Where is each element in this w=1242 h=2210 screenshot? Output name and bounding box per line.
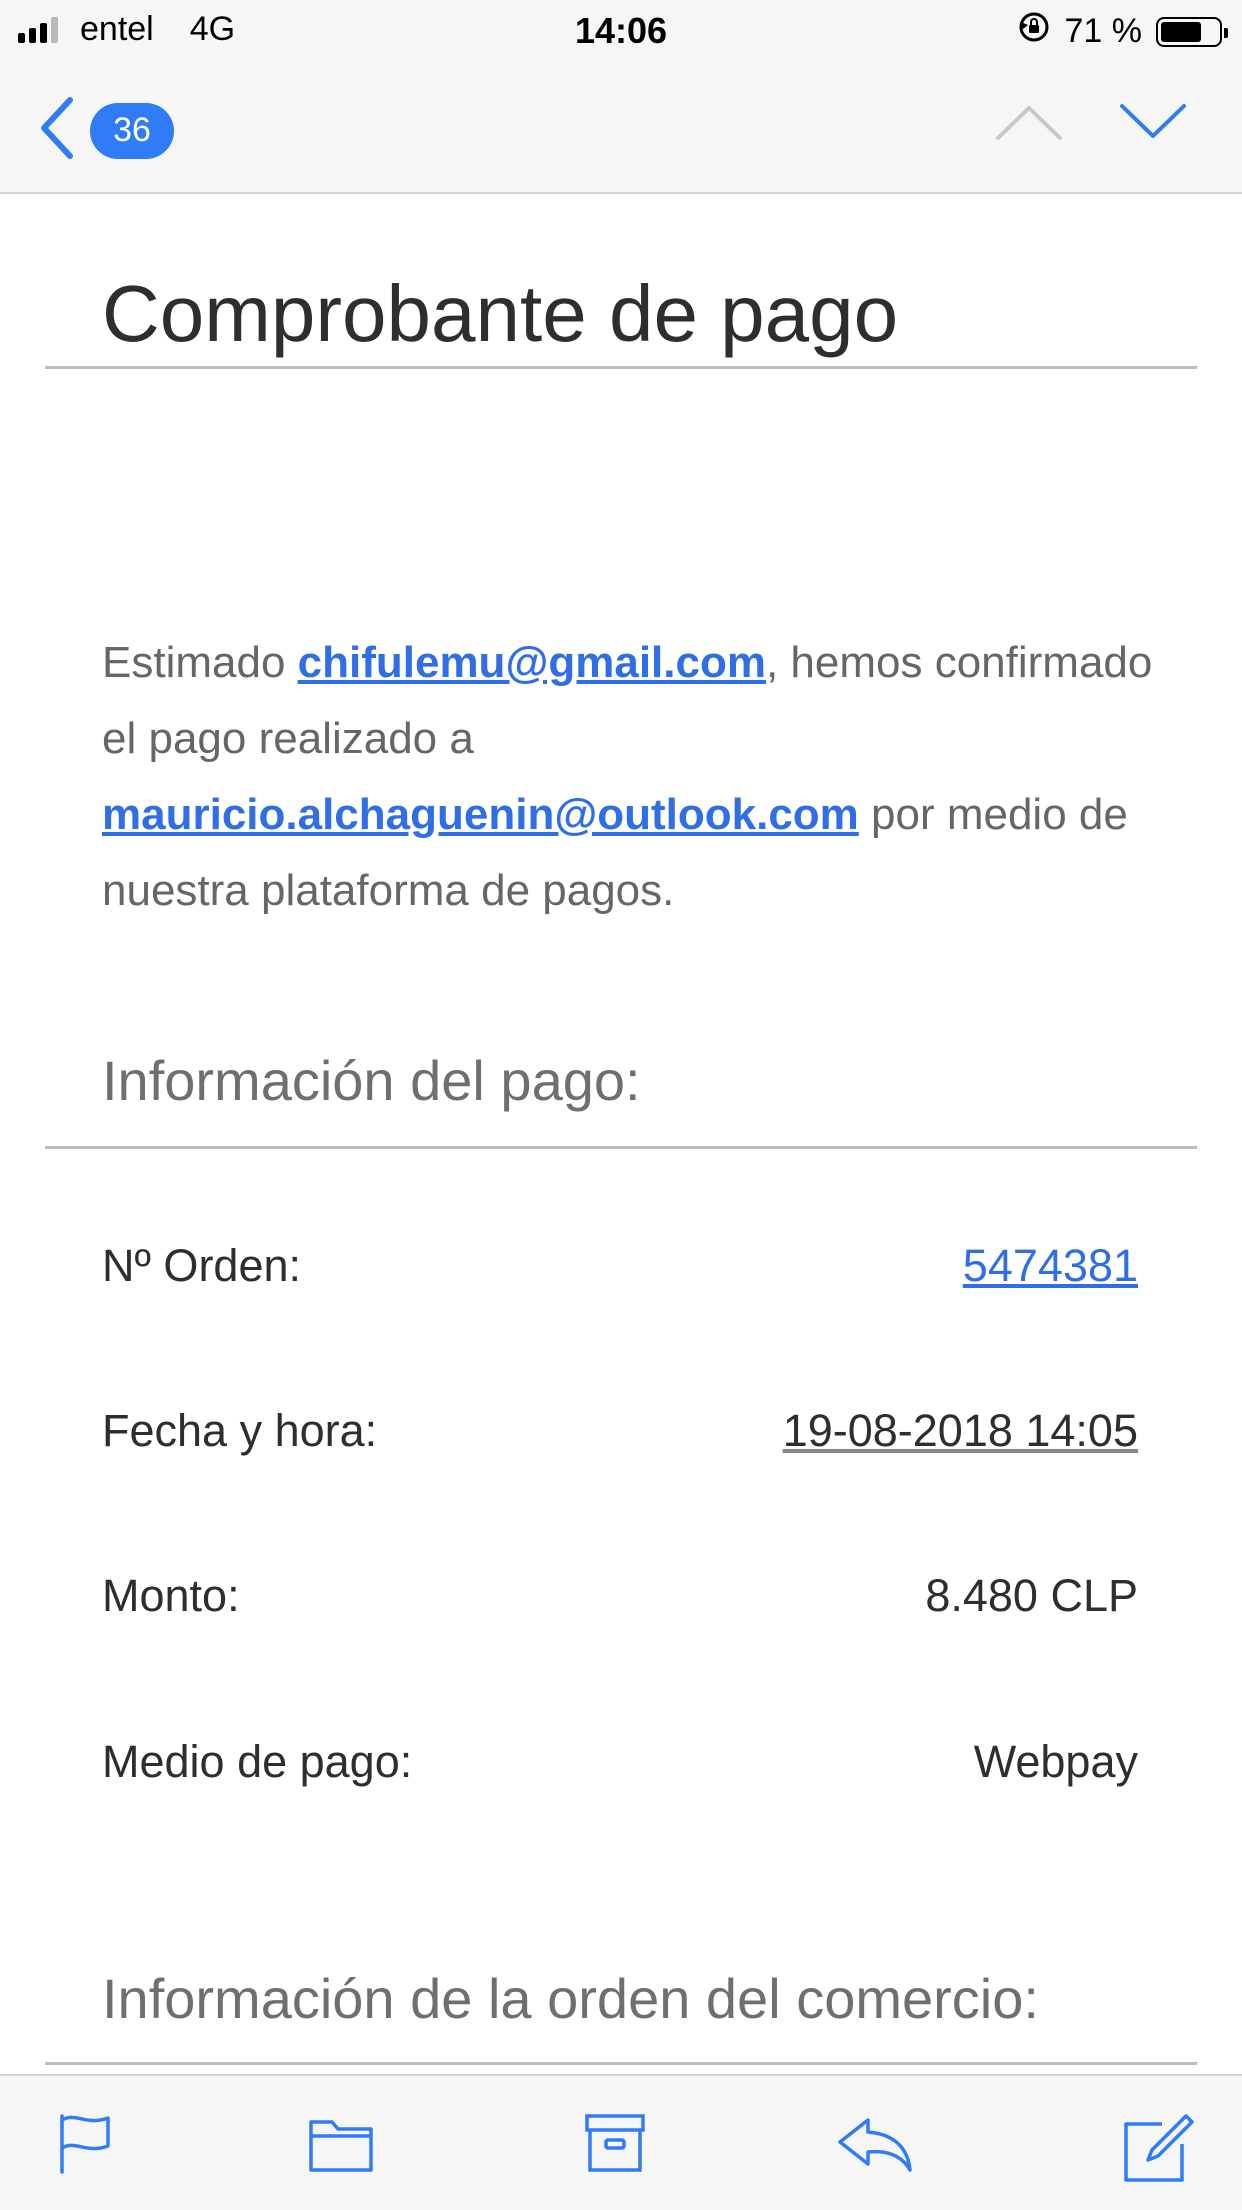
battery-fill <box>1161 21 1201 42</box>
compose-icon <box>1124 2114 1194 2182</box>
amount-label: Monto: <box>102 1570 240 1621</box>
order-label: Nº Orden: <box>102 1240 302 1291</box>
compose-button[interactable] <box>1122 2112 1196 2189</box>
order-section-title: Información de la orden del comercio: <box>102 1967 1039 2030</box>
back-chevron-icon <box>36 96 76 165</box>
datetime-label: Fecha y hora: <box>102 1405 378 1456</box>
status-bar: entel 4G 14:06 71 % <box>0 0 1242 62</box>
sender-email-link[interactable]: chifulemu@gmail.com <box>298 638 766 687</box>
amount-value: 8.480 CLP <box>925 1570 1138 1621</box>
previous-message-button[interactable] <box>994 102 1064 147</box>
next-message-button[interactable] <box>1118 102 1188 147</box>
battery-percent: 71 % <box>1064 12 1143 50</box>
method-label: Medio de pago: <box>102 1736 413 1787</box>
chevron-up-icon <box>996 106 1062 140</box>
unread-count-badge: 36 <box>90 102 174 159</box>
payment-section-divider <box>45 1146 1197 1149</box>
flag-button[interactable] <box>56 2112 116 2179</box>
mail-nav-bar: 36 <box>0 62 1242 194</box>
email-intro: Estimado chifulemu@gmail.com, hemos conf… <box>102 625 1162 929</box>
status-right: 71 % <box>1017 10 1228 53</box>
flag-icon <box>60 2114 110 2174</box>
folder-icon <box>309 2120 373 2172</box>
reply-icon <box>838 2118 912 2172</box>
battery-nub <box>1224 27 1228 38</box>
method-value: Webpay <box>973 1736 1138 1787</box>
order-section-divider <box>45 2062 1197 2065</box>
email-title: Comprobante de pago <box>102 269 899 358</box>
archive-button[interactable] <box>584 2112 646 2179</box>
datetime-value[interactable]: 19-08-2018 14:05 <box>783 1405 1138 1457</box>
top-divider <box>45 366 1197 369</box>
mail-toolbar <box>0 2074 1242 2210</box>
archive-icon <box>585 2114 645 2172</box>
chevron-down-icon <box>1120 104 1186 138</box>
intro-text-1: Estimado <box>102 638 298 687</box>
reply-button[interactable] <box>836 2112 914 2179</box>
battery-icon <box>1156 16 1228 47</box>
payment-section-title: Información del pago: <box>102 1049 641 1112</box>
rotation-lock-icon <box>1017 10 1051 53</box>
back-button[interactable]: 36 <box>36 96 174 165</box>
order-number-link[interactable]: 5474381 <box>963 1240 1138 1292</box>
move-to-folder-button[interactable] <box>308 2112 374 2179</box>
recipient-email-link[interactable]: mauricio.alchaguenin@outlook.com <box>102 790 859 839</box>
